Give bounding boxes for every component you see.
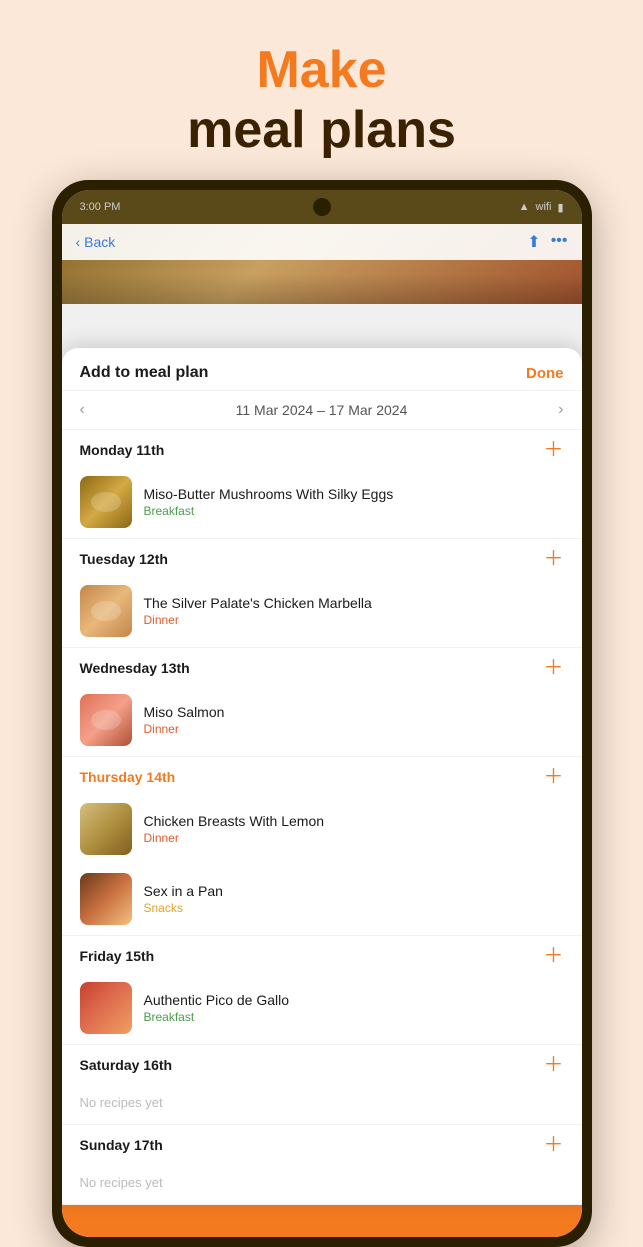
no-recipes-sunday: No recipes yet <box>62 1163 582 1204</box>
meal-type-badge: Snacks <box>144 901 564 915</box>
day-section-monday: Monday 11th ＋ Miso-Butter Mushrooms With… <box>62 430 582 539</box>
battery-icon: ▮ <box>557 201 563 214</box>
recipe-info: Miso Salmon Dinner <box>144 704 564 736</box>
bottom-orange-bar <box>62 1205 582 1237</box>
day-label-wednesday: Wednesday 13th <box>80 660 190 676</box>
nav-action-icons: ⬆ ••• <box>527 232 567 252</box>
page-header: Make meal plans <box>187 0 456 180</box>
modal-title: Add to meal plan <box>80 364 209 382</box>
recipe-thumbnail <box>80 873 132 925</box>
recipe-name: Miso Salmon <box>144 704 564 720</box>
day-label-monday: Monday 11th <box>80 442 165 458</box>
day-header-wednesday: Wednesday 13th ＋ <box>62 648 582 686</box>
meal-type-badge: Dinner <box>144 722 564 736</box>
day-header-sunday: Sunday 17th ＋ <box>62 1125 582 1163</box>
day-label-saturday: Saturday 16th <box>80 1057 173 1073</box>
recipe-item: Authentic Pico de Gallo Breakfast <box>62 974 582 1044</box>
recipe-thumbnail <box>80 694 132 746</box>
recipe-info: Miso-Butter Mushrooms With Silky Eggs Br… <box>144 486 564 518</box>
recipe-info: Sex in a Pan Snacks <box>144 883 564 915</box>
back-label: Back <box>84 234 115 250</box>
recipe-thumbnail <box>80 803 132 855</box>
week-navigation: ‹ 11 Mar 2024 – 17 Mar 2024 › <box>62 391 582 430</box>
day-section-thursday: Thursday 14th ＋ Chicken Breasts With Lem… <box>62 757 582 936</box>
recipe-thumbnail <box>80 476 132 528</box>
recipe-item: Miso Salmon Dinner <box>62 686 582 756</box>
day-section-friday: Friday 15th ＋ Authentic Pico de Gallo Br… <box>62 936 582 1045</box>
chevron-left-icon: ‹ <box>76 234 81 250</box>
recipe-name: Authentic Pico de Gallo <box>144 992 564 1008</box>
day-section-tuesday: Tuesday 12th ＋ The Silver Palate's Chick… <box>62 539 582 648</box>
device-shell: 3:00 PM ▲ wifi ▮ ‹ Back ⬆ ••• <box>52 180 592 1247</box>
status-bar: 3:00 PM ▲ wifi ▮ <box>62 190 582 224</box>
add-friday-button[interactable]: ＋ <box>544 946 564 966</box>
recipe-item: Sex in a Pan Snacks <box>62 865 582 935</box>
wifi-icon: wifi <box>536 201 552 214</box>
recipe-item: The Silver Palate's Chicken Marbella Din… <box>62 577 582 647</box>
recipe-info: Authentic Pico de Gallo Breakfast <box>144 992 564 1024</box>
headline-subtitle: meal plans <box>187 100 456 160</box>
week-range-label: 11 Mar 2024 – 17 Mar 2024 <box>236 402 408 418</box>
recipe-name: The Silver Palate's Chicken Marbella <box>144 595 564 611</box>
day-header-tuesday: Tuesday 12th ＋ <box>62 539 582 577</box>
day-header-monday: Monday 11th ＋ <box>62 430 582 468</box>
recipe-info: The Silver Palate's Chicken Marbella Din… <box>144 595 564 627</box>
recipe-item: Miso-Butter Mushrooms With Silky Eggs Br… <box>62 468 582 538</box>
no-recipes-saturday: No recipes yet <box>62 1083 582 1124</box>
recipe-thumbnail <box>80 585 132 637</box>
recipe-name: Miso-Butter Mushrooms With Silky Eggs <box>144 486 564 502</box>
add-wednesday-button[interactable]: ＋ <box>544 658 564 678</box>
status-icons: ▲ wifi ▮ <box>519 201 564 214</box>
prev-week-button[interactable]: ‹ <box>80 401 85 419</box>
more-icon[interactable]: ••• <box>551 232 568 252</box>
recipe-item: Chicken Breasts With Lemon Dinner <box>62 795 582 865</box>
day-header-thursday: Thursday 14th ＋ <box>62 757 582 795</box>
navigation-bar: ‹ Back ⬆ ••• <box>62 224 582 260</box>
meal-type-badge: Dinner <box>144 613 564 627</box>
day-section-wednesday: Wednesday 13th ＋ Miso Salmon Dinner <box>62 648 582 757</box>
day-label-friday: Friday 15th <box>80 948 155 964</box>
back-button[interactable]: ‹ Back <box>76 234 116 250</box>
day-header-friday: Friday 15th ＋ <box>62 936 582 974</box>
day-section-saturday: Saturday 16th ＋ No recipes yet <box>62 1045 582 1125</box>
add-tuesday-button[interactable]: ＋ <box>544 549 564 569</box>
meal-type-badge: Breakfast <box>144 504 564 518</box>
status-time: 3:00 PM <box>80 201 121 213</box>
day-section-sunday: Sunday 17th ＋ No recipes yet <box>62 1125 582 1205</box>
meal-plan-modal: Add to meal plan Done ‹ 11 Mar 2024 – 17… <box>62 348 582 1205</box>
day-label-sunday: Sunday 17th <box>80 1137 163 1153</box>
recipe-name: Sex in a Pan <box>144 883 564 899</box>
modal-header: Add to meal plan Done <box>62 348 582 391</box>
add-monday-button[interactable]: ＋ <box>544 440 564 460</box>
add-thursday-button[interactable]: ＋ <box>544 767 564 787</box>
done-button[interactable]: Done <box>526 365 564 382</box>
add-saturday-button[interactable]: ＋ <box>544 1055 564 1075</box>
device-screen: 3:00 PM ▲ wifi ▮ ‹ Back ⬆ ••• <box>62 190 582 1237</box>
day-header-saturday: Saturday 16th ＋ <box>62 1045 582 1083</box>
add-sunday-button[interactable]: ＋ <box>544 1135 564 1155</box>
recipe-thumbnail <box>80 982 132 1034</box>
signal-icon: ▲ <box>519 201 530 214</box>
day-label-tuesday: Tuesday 12th <box>80 551 168 567</box>
share-icon[interactable]: ⬆ <box>527 232 540 252</box>
headline-make: Make <box>187 40 456 100</box>
recipe-info: Chicken Breasts With Lemon Dinner <box>144 813 564 845</box>
meal-type-badge: Dinner <box>144 831 564 845</box>
day-label-thursday: Thursday 14th <box>80 769 176 785</box>
recipe-name: Chicken Breasts With Lemon <box>144 813 564 829</box>
next-week-button[interactable]: › <box>558 401 563 419</box>
meal-type-badge: Breakfast <box>144 1010 564 1024</box>
